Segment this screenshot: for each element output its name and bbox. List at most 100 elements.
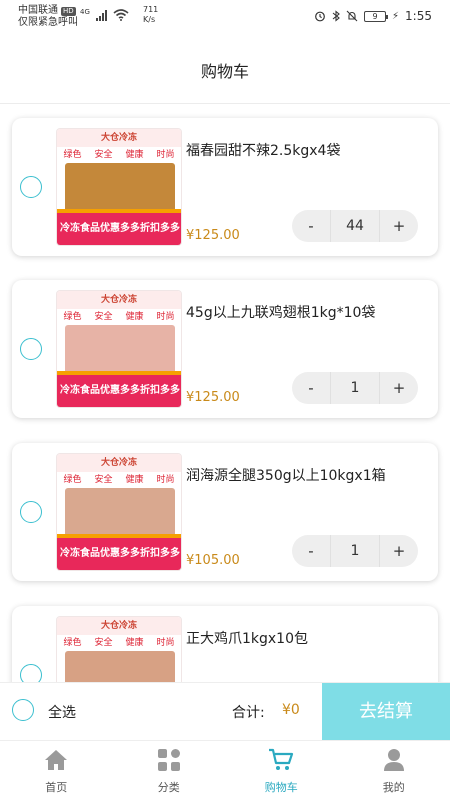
- mute-bell-icon: [346, 10, 358, 22]
- thumb-brand: 大仓冷冻: [57, 129, 181, 147]
- cart-item[interactable]: 大仓冷冻 绿色 安全 健康 时尚 冷冻食品优惠多多折扣多多 福春园甜不辣2.5kgx4…: [12, 118, 438, 256]
- thumb-tag: 健康: [125, 150, 144, 160]
- bottom-tab-bar: 首页 分类 购物车 我的: [0, 740, 450, 800]
- product-price: ¥105.00: [186, 553, 240, 568]
- thumb-tag: 健康: [125, 475, 144, 485]
- status-carrier-block: 中国联通 HD 仅限紧急呼叫: [18, 5, 78, 29]
- thumb-tag: 安全: [94, 475, 113, 485]
- thumb-tag: 时尚: [156, 638, 175, 648]
- increase-button[interactable]: +: [380, 372, 418, 404]
- thumb-tag: 绿色: [63, 638, 82, 648]
- total-value: ¥0: [282, 702, 300, 718]
- product-image[interactable]: 大仓冷冻 绿色安全健康时尚 冷冻食品优惠多多折扣多多: [56, 290, 182, 408]
- status-right: 9 ⚡ 1:55: [314, 9, 432, 23]
- network-type: 4G: [80, 8, 90, 16]
- cart-icon: [268, 747, 294, 773]
- quantity-input[interactable]: 44: [330, 210, 380, 242]
- total-label: 合计:: [232, 705, 265, 721]
- product-name[interactable]: 福春园甜不辣2.5kgx4袋: [186, 140, 340, 160]
- home-icon: [43, 747, 69, 773]
- product-image[interactable]: 大仓冷冻 绿色安全健康时尚 冷冻食品优惠多多折扣多多: [56, 128, 182, 246]
- tab-cart-label: 购物车: [264, 781, 298, 794]
- product-price: ¥125.00: [186, 390, 240, 405]
- thumb-tags: 绿色 安全 健康 时尚: [57, 635, 181, 651]
- header: 购物车: [0, 36, 450, 104]
- select-all-radio[interactable]: [12, 699, 34, 721]
- tab-category[interactable]: 分类: [113, 741, 226, 800]
- quantity-stepper: - 1 +: [292, 372, 418, 404]
- carrier-name: 中国联通: [18, 5, 58, 16]
- network-speed: 711 K/s: [143, 5, 158, 25]
- thumb-tags: 绿色 安全 健康 时尚: [57, 147, 181, 163]
- thumb-brand: 大仓冷冻: [57, 617, 181, 635]
- thumb-tag: 绿色: [63, 150, 82, 160]
- decrease-button[interactable]: -: [292, 372, 330, 404]
- tab-home[interactable]: 首页: [0, 741, 113, 800]
- increase-button[interactable]: +: [380, 535, 418, 567]
- item-select-radio[interactable]: [20, 501, 42, 523]
- product-image[interactable]: 大仓冷冻 绿色安全健康时尚 冷冻食品优惠多多折扣多多: [56, 616, 182, 682]
- quantity-input[interactable]: 1: [330, 372, 380, 404]
- thumb-brand: 大仓冷冻: [57, 454, 181, 472]
- speed-value: 711: [143, 5, 159, 14]
- item-select-radio[interactable]: [20, 664, 42, 682]
- wifi-icon: [113, 9, 129, 21]
- product-price: ¥125.00: [186, 228, 240, 243]
- tab-cart[interactable]: 购物车: [225, 741, 338, 800]
- cart-item[interactable]: 大仓冷冻 绿色安全健康时尚 冷冻食品优惠多多折扣多多 正大鸡爪1kgx10包: [12, 606, 438, 682]
- tab-category-label: 分类: [157, 781, 180, 794]
- thumb-tags: 绿色 安全 健康 时尚: [57, 309, 181, 325]
- speed-unit: K/s: [143, 15, 156, 24]
- thumb-tags: 绿色 安全 健康 时尚: [57, 472, 181, 488]
- clock-time: 1:55: [405, 9, 432, 23]
- cart-item[interactable]: 大仓冷冻 绿色 安全 健康 时尚 冷冻食品优惠多多折扣多多 润海源全腿350g以上10…: [12, 443, 438, 581]
- product-photo: [65, 163, 175, 213]
- battery-icon: 9: [364, 10, 389, 22]
- decrease-button[interactable]: -: [292, 535, 330, 567]
- cart-item[interactable]: 大仓冷冻 绿色 安全 健康 时尚 冷冻食品优惠多多折扣多多 45g以上九联鸡翅根1kg…: [12, 280, 438, 418]
- product-photo: [65, 488, 175, 538]
- thumb-tag: 时尚: [156, 150, 175, 160]
- product-photo: [65, 651, 175, 682]
- thumb-tag: 绿色: [63, 312, 82, 322]
- quantity-stepper: - 1 +: [292, 535, 418, 567]
- thumb-tag: 绿色: [63, 475, 82, 485]
- status-bar: 中国联通 HD 仅限紧急呼叫 4G 711 K/s 9 ⚡ 1:55: [0, 0, 450, 36]
- checkout-button[interactable]: 去结算: [322, 683, 450, 741]
- thumb-banner: 冷冻食品优惠多多折扣多多: [57, 213, 181, 245]
- thumb-tag: 安全: [94, 312, 113, 322]
- quantity-stepper: - 44 +: [292, 210, 418, 242]
- cart-footer: 全选 合计: ¥0 去结算: [0, 682, 450, 741]
- thumb-tag: 健康: [125, 312, 144, 322]
- category-icon: [156, 747, 182, 773]
- select-all-label[interactable]: 全选: [48, 702, 76, 722]
- tab-profile[interactable]: 我的: [338, 741, 450, 800]
- page-title: 购物车: [200, 61, 249, 81]
- cart-list[interactable]: 大仓冷冻 绿色 安全 健康 时尚 冷冻食品优惠多多折扣多多 福春园甜不辣2.5kgx4…: [0, 104, 450, 682]
- thumb-banner: 冷冻食品优惠多多折扣多多: [57, 375, 181, 407]
- product-name[interactable]: 45g以上九联鸡翅根1kg*10袋: [186, 302, 375, 322]
- bluetooth-icon: [332, 10, 340, 22]
- signal-block: 4G: [80, 9, 129, 21]
- product-name[interactable]: 润海源全腿350g以上10kgx1箱: [186, 465, 386, 485]
- increase-button[interactable]: +: [380, 210, 418, 242]
- thumb-brand: 大仓冷冻: [57, 291, 181, 309]
- decrease-button[interactable]: -: [292, 210, 330, 242]
- thumb-tag: 安全: [94, 638, 113, 648]
- quantity-input[interactable]: 1: [330, 535, 380, 567]
- thumb-tag: 时尚: [156, 475, 175, 485]
- thumb-tag: 健康: [125, 638, 144, 648]
- product-name[interactable]: 正大鸡爪1kgx10包: [186, 628, 308, 648]
- product-image[interactable]: 大仓冷冻 绿色安全健康时尚 冷冻食品优惠多多折扣多多: [56, 453, 182, 571]
- tab-profile-label: 我的: [382, 781, 405, 794]
- tab-home-label: 首页: [45, 781, 68, 794]
- emergency-text: 仅限紧急呼叫: [18, 17, 78, 28]
- charging-icon: ⚡: [392, 10, 400, 22]
- profile-icon: [381, 747, 407, 773]
- signal-icon: [95, 9, 107, 21]
- alarm-icon: [315, 11, 325, 22]
- product-photo: [65, 325, 175, 375]
- item-select-radio[interactable]: [20, 176, 42, 198]
- item-select-radio[interactable]: [20, 338, 42, 360]
- hd-badge: HD: [61, 6, 76, 16]
